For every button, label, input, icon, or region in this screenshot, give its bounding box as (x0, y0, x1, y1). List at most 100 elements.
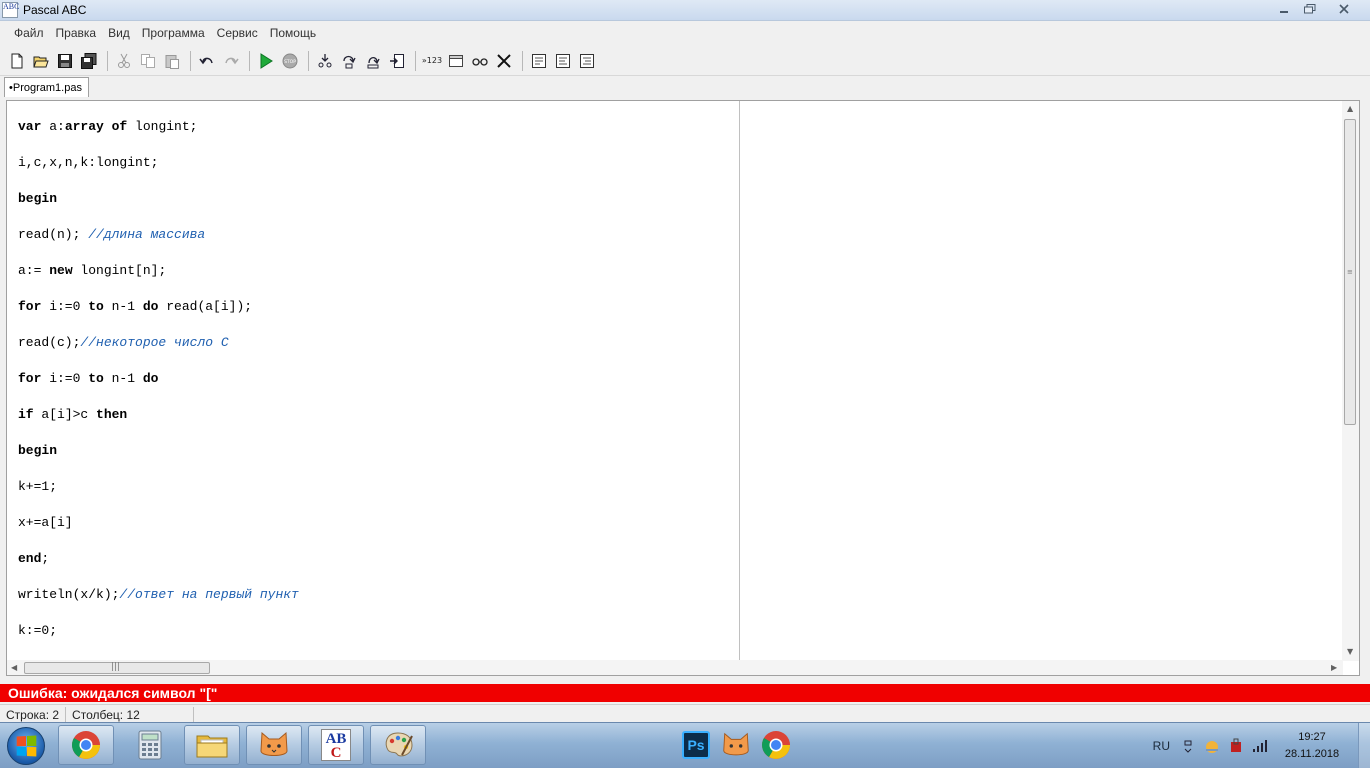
network-signal-icon[interactable] (1252, 738, 1268, 754)
horizontal-scroll-thumb[interactable]: ||| (24, 662, 210, 674)
open-file-button[interactable] (30, 50, 52, 72)
paste-button[interactable] (161, 50, 183, 72)
scroll-down-arrow-icon[interactable]: ▼ (1347, 647, 1353, 656)
close-button[interactable] (1324, 0, 1364, 17)
taskbar-calculator[interactable] (122, 725, 178, 765)
code-keyword: array of (64, 119, 128, 134)
run-button[interactable] (255, 50, 277, 72)
format-r-button[interactable] (576, 50, 598, 72)
menu-file[interactable]: Файл (8, 26, 50, 40)
glasses-button[interactable] (469, 50, 491, 72)
taskbar-explorer[interactable] (184, 725, 240, 765)
format-l-icon (556, 53, 570, 68)
window-button[interactable] (445, 50, 467, 72)
run-to-cursor-icon (390, 53, 404, 68)
language-indicator[interactable]: RU (1153, 739, 1170, 753)
code-keyword: var (18, 119, 42, 134)
code-text: ; (41, 551, 50, 566)
weather-icon[interactable] (1204, 738, 1220, 754)
editor-frame: var a:array of longint; i,c,x,n,k:longint… (6, 100, 1360, 676)
undo-button[interactable] (196, 50, 218, 72)
taskbar-cat-app[interactable] (246, 725, 302, 765)
step-into-button[interactable] (314, 50, 336, 72)
code-line: writeln(x/k);//ответ на первый пункт (18, 587, 299, 602)
glasses-icon (472, 57, 488, 66)
copy-button[interactable] (137, 50, 159, 72)
new-file-button[interactable] (6, 50, 28, 72)
redo-button[interactable] (220, 50, 242, 72)
taskbar-pascal-abc[interactable]: AB C (308, 725, 364, 765)
horizontal-scrollbar[interactable]: ◀ ||| ▶ (7, 660, 1343, 675)
code-keyword: to (88, 371, 104, 386)
code-text: k+=1; (18, 479, 58, 494)
clock-date: 28.11.2018 (1284, 748, 1340, 760)
code-line: begin (18, 443, 57, 458)
code-keyword: to (88, 299, 104, 314)
new-file-icon (11, 53, 23, 68)
right-margin-line (739, 101, 740, 661)
run-to-cursor-button[interactable] (386, 50, 408, 72)
step-over-button[interactable] (338, 50, 360, 72)
code-keyword: begin (18, 443, 58, 458)
code-text: a[i]>c (33, 407, 97, 422)
scroll-up-arrow-icon[interactable]: ▲ (1347, 104, 1353, 113)
menu-service[interactable]: Сервис (211, 26, 264, 40)
chrome-icon (762, 731, 790, 759)
menu-edit[interactable]: Правка (50, 26, 103, 40)
scroll-right-arrow-icon[interactable]: ▶ (1331, 663, 1337, 672)
step-out-icon (367, 56, 380, 68)
code-line: for i:=0 to n-1 do read(a[i]); (18, 299, 252, 314)
run-play-icon (260, 52, 273, 69)
menu-view[interactable]: Вид (102, 26, 136, 40)
evaluate-button[interactable]: »123 (421, 50, 443, 72)
save-button[interactable] (54, 50, 76, 72)
save-all-button[interactable] (78, 50, 100, 72)
error-message: Ошибка: ожидался символ "[" (8, 685, 218, 701)
format-d-icon (532, 53, 546, 68)
format-d-button[interactable] (528, 50, 550, 72)
paint-palette-icon (385, 732, 413, 757)
grip-icon: ||| (111, 662, 121, 672)
code-keyword: do (142, 299, 159, 314)
taskbar-paint[interactable] (370, 725, 426, 765)
code-keyword: then (96, 407, 128, 422)
format-l-button[interactable] (552, 50, 574, 72)
cut-button[interactable] (113, 50, 135, 72)
code-text: i:=0 (41, 371, 89, 386)
tray-expand-icon[interactable] (1180, 738, 1196, 754)
toolbar-separator (522, 50, 523, 71)
delete-button[interactable] (493, 50, 515, 72)
chrome-icon (72, 731, 100, 759)
security-icon[interactable] (1228, 738, 1244, 754)
save-all-icon (81, 52, 97, 69)
code-line: read(c);//некоторое число С (18, 335, 229, 350)
show-desktop-button[interactable] (1358, 723, 1370, 768)
code-line: for i:=0 to n-1 do (18, 371, 158, 386)
minimize-button[interactable] (1272, 0, 1296, 17)
vertical-scroll-thumb[interactable]: ≡ (1344, 119, 1356, 425)
code-line: if a[i]>c then (18, 407, 127, 422)
status-bar: Строка: 2 Столбец: 12 (0, 704, 1370, 724)
grip-icon: ≡ (1347, 268, 1353, 276)
code-line: var a:array of longint; (18, 119, 197, 134)
code-text: a:= (18, 263, 50, 278)
tab-program1[interactable]: •Program1.pas (4, 77, 89, 97)
stop-button[interactable]: STOP (279, 50, 301, 72)
taskbar-chrome[interactable] (58, 725, 114, 765)
maximize-button[interactable] (1298, 0, 1322, 17)
save-icon (58, 53, 72, 68)
folder-icon (196, 735, 228, 758)
code-text: i:=0 (41, 299, 89, 314)
scroll-left-arrow-icon[interactable]: ◀ (11, 663, 17, 672)
format-r-icon (580, 53, 594, 68)
start-button[interactable] (7, 727, 45, 765)
vertical-scrollbar[interactable]: ▲ ≡ ▼ (1342, 101, 1359, 661)
taskbar-chrome-2[interactable] (752, 725, 800, 765)
menu-help[interactable]: Помощь (264, 26, 322, 40)
code-editor[interactable]: var a:array of longint; i,c,x,n,k:longint… (7, 101, 1343, 661)
clock[interactable]: 19:27 28.11.2018 (1276, 729, 1348, 763)
menu-program[interactable]: Программа (136, 26, 211, 40)
step-out-button[interactable] (362, 50, 384, 72)
code-text: longint; (127, 119, 198, 134)
pascal-abc-taskbar-icon: AB C (321, 729, 351, 761)
